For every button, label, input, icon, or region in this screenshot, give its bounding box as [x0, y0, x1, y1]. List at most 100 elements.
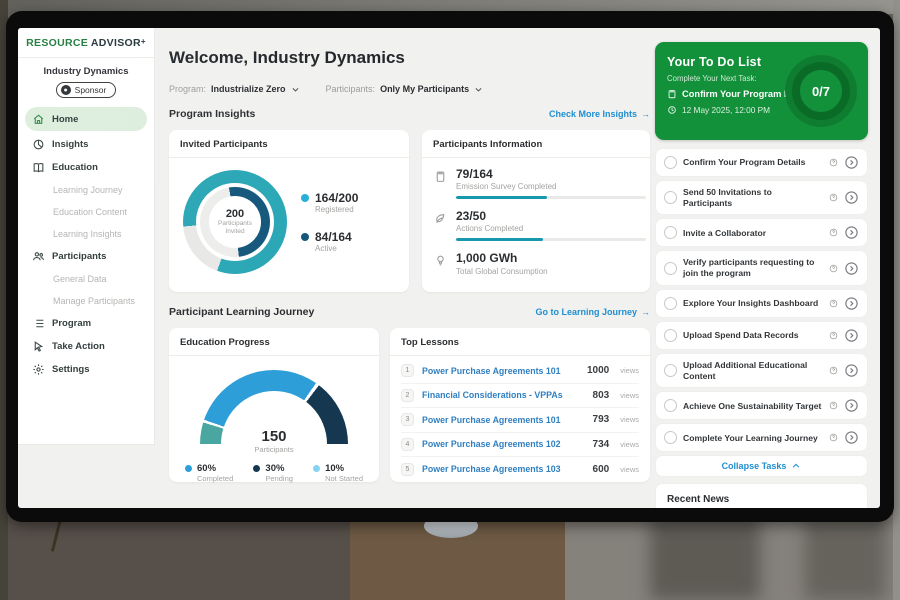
sidebar-item-insights[interactable]: Insights [18, 133, 154, 156]
global-consumption-value: 1,000 GWh [456, 252, 548, 265]
organization-name: Industry Dynamics [18, 66, 154, 77]
task-row-achieve-sustainability-target[interactable]: Achieve One Sustainability Target [655, 391, 868, 420]
chevron-right-icon[interactable] [844, 328, 859, 343]
clock-icon [667, 105, 677, 115]
task-label: Explore Your Insights Dashboard [683, 298, 823, 309]
sidebar-item-general-data[interactable]: General Data [18, 268, 154, 290]
sidebar-item-label: Learning Insights [53, 229, 122, 239]
lesson-link[interactable]: Financial Considerations - VPPAs [422, 390, 585, 400]
task-row-invite-collaborator[interactable]: Invite a Collaborator [655, 218, 868, 247]
task-checkbox[interactable] [664, 191, 677, 204]
logo-resource: RESOURCE [26, 37, 88, 49]
task-checkbox[interactable] [664, 226, 677, 239]
sidebar-menu: Home Insights Education Learning Journey… [18, 107, 154, 381]
lesson-link[interactable]: Power Purchase Agreements 103 [422, 464, 585, 474]
sidebar-item-learning-insights[interactable]: Learning Insights [18, 223, 154, 245]
lesson-row[interactable]: 5 Power Purchase Agreements 103 600 view… [401, 457, 639, 482]
donut-center-value: 200 [226, 208, 244, 220]
lesson-rank: 1 [401, 364, 414, 377]
check-more-insights-link[interactable]: Check More Insights → [549, 109, 650, 119]
lesson-link[interactable]: Power Purchase Agreements 102 [422, 439, 585, 449]
pending-label: Pending [265, 474, 293, 483]
task-checkbox[interactable] [664, 431, 677, 444]
education-icon [32, 161, 45, 174]
lesson-row[interactable]: 2 Financial Considerations - VPPAs 803 v… [401, 384, 639, 409]
lesson-row[interactable]: 4 Power Purchase Agreements 102 734 view… [401, 433, 639, 458]
help-icon [829, 331, 838, 340]
task-checkbox[interactable] [664, 156, 677, 169]
task-row-verify-participants[interactable]: Verify participants requesting to join t… [655, 250, 868, 285]
task-checkbox[interactable] [664, 297, 677, 310]
active-value: 84/164 [315, 230, 352, 244]
task-label: Upload Spend Data Records [683, 330, 823, 341]
lesson-rank: 5 [401, 463, 414, 476]
chevron-right-icon[interactable] [844, 261, 859, 276]
lesson-row[interactable]: 1 Power Purchase Agreements 101 1000 vie… [401, 359, 639, 384]
sidebar-item-settings[interactable]: Settings [18, 358, 154, 381]
learning-journey-heading: Participant Learning Journey [169, 306, 314, 318]
task-checkbox[interactable] [664, 399, 677, 412]
sidebar-item-label: Home [52, 114, 78, 125]
task-label: Upload Additional Educational Content [683, 360, 823, 381]
todo-counter: 0/7 [812, 84, 830, 99]
task-checkbox[interactable] [664, 329, 677, 342]
task-row-upload-educational-content[interactable]: Upload Additional Educational Content [655, 353, 868, 388]
participants-filter[interactable]: Participants: Only My Participants [326, 84, 484, 94]
todo-task-list: Confirm Your Program Details Send 50 Inv… [655, 148, 868, 452]
lesson-views-suffix: views [620, 440, 639, 449]
chevron-right-icon[interactable] [844, 155, 859, 170]
lesson-link[interactable]: Power Purchase Agreements 101 [422, 415, 585, 425]
lesson-views: 793 [593, 414, 610, 425]
lesson-views: 803 [593, 390, 610, 401]
chevron-right-icon[interactable] [844, 296, 859, 311]
task-checkbox[interactable] [664, 364, 677, 377]
main-content: Welcome, Industry Dynamics Program: Indu… [169, 28, 650, 508]
task-row-upload-spend-data[interactable]: Upload Spend Data Records [655, 321, 868, 350]
sponsor-badge[interactable]: ● Sponsor [56, 82, 117, 98]
lesson-views-suffix: views [620, 415, 639, 424]
sidebar-item-participants[interactable]: Participants [18, 245, 154, 268]
task-row-confirm-program[interactable]: Confirm Your Program Details [655, 148, 868, 177]
not-started-pct: 10% [325, 463, 363, 474]
chevron-right-icon[interactable] [844, 225, 859, 240]
lesson-row[interactable]: 3 Power Purchase Agreements 101 793 view… [401, 408, 639, 433]
chevron-right-icon[interactable] [844, 363, 859, 378]
collapse-tasks-link[interactable]: Collapse Tasks [655, 455, 868, 477]
invited-participants-donut-chart: 200 Participants Invited [183, 170, 287, 274]
chevron-right-icon[interactable] [844, 430, 859, 445]
recent-news-title: Recent News [667, 494, 856, 505]
task-row-send-invitations[interactable]: Send 50 Invitations to Participants [655, 180, 868, 215]
sponsor-icon: ● [61, 85, 71, 95]
completed-pct: 60% [197, 463, 233, 474]
gauge-legend: 60% Completed 30% Pending 10% Not Star [169, 454, 379, 483]
background-shadow [805, 515, 885, 600]
sidebar-item-label: Learning Journey [53, 185, 123, 195]
check-more-insights-label: Check More Insights [549, 109, 637, 119]
clipboard-icon [667, 89, 677, 99]
sidebar-item-label: Program [52, 318, 91, 329]
sidebar-item-take-action[interactable]: Take Action [18, 335, 154, 358]
sidebar-item-education[interactable]: Education [18, 156, 154, 179]
sidebar-item-program[interactable]: Program [18, 312, 154, 335]
help-icon [829, 158, 838, 167]
global-consumption-label: Total Global Consumption [456, 267, 548, 276]
program-filter-label: Program: [169, 84, 206, 94]
lesson-link[interactable]: Power Purchase Agreements 101 [422, 366, 579, 376]
task-row-explore-insights[interactable]: Explore Your Insights Dashboard [655, 289, 868, 318]
emission-survey-value: 79/164 [456, 168, 646, 181]
background-edge-right [893, 0, 900, 600]
invited-participants-title: Invited Participants [169, 130, 409, 158]
chevron-right-icon[interactable] [844, 398, 859, 413]
program-filter[interactable]: Program: Industrialize Zero [169, 84, 300, 94]
sidebar-item-home[interactable]: Home [25, 107, 147, 131]
task-checkbox[interactable] [664, 262, 677, 275]
sidebar-item-manage-participants[interactable]: Manage Participants [18, 290, 154, 312]
chevron-right-icon[interactable] [844, 190, 859, 205]
task-label: Complete Your Learning Journey [683, 433, 823, 444]
sidebar-item-education-content[interactable]: Education Content [18, 201, 154, 223]
task-row-complete-learning-journey[interactable]: Complete Your Learning Journey [655, 423, 868, 452]
sidebar-item-learning-journey[interactable]: Learning Journey [18, 179, 154, 201]
go-to-learning-journey-link[interactable]: Go to Learning Journey → [535, 307, 650, 317]
education-progress-card: Education Progress 150 Participants 60% … [169, 328, 379, 482]
sidebar-item-label: Take Action [52, 341, 105, 352]
